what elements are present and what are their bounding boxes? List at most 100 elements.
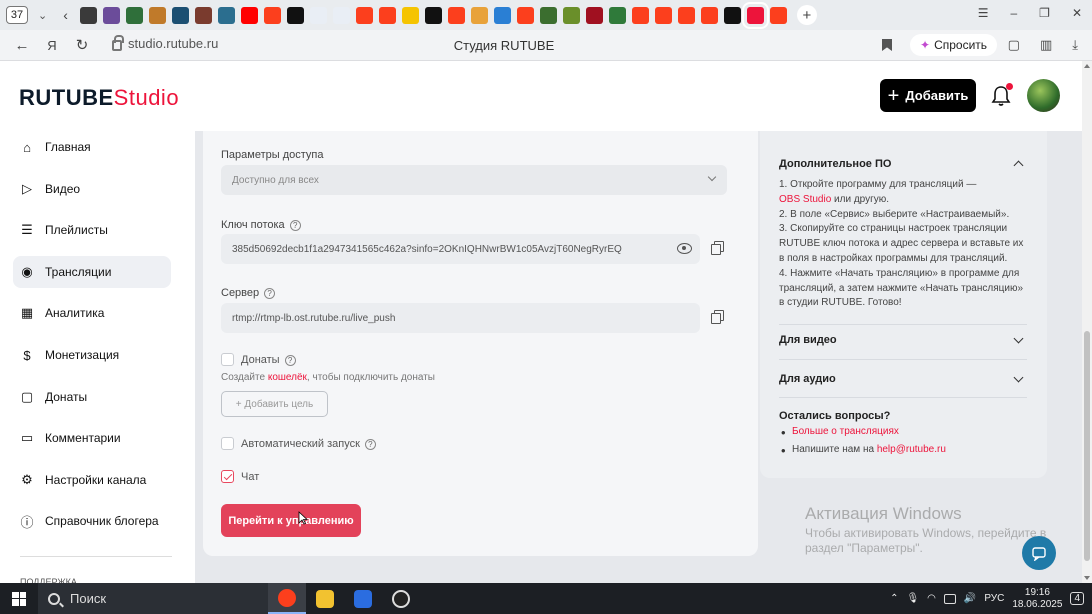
add-content-button[interactable]: + Добавить [880, 79, 976, 112]
sidebar-item[interactable]: ▷ Видео [13, 173, 171, 205]
sidebar-item[interactable]: ☰ Плейлисты [13, 214, 171, 246]
browser-tab-favicon-icon[interactable] [516, 6, 534, 24]
close-icon[interactable]: ✕ [1072, 6, 1082, 20]
browser-tab-favicon-icon[interactable] [286, 6, 304, 24]
browser-tab-favicon-icon[interactable] [769, 6, 787, 24]
wallet-link[interactable]: кошелёк [268, 372, 307, 383]
extra-software-title[interactable]: Дополнительное ПО [779, 158, 891, 170]
browser-tab-favicon-icon[interactable] [723, 6, 741, 24]
sidebar-item[interactable]: ⓘ Справочник блогера [13, 505, 171, 537]
sidebar-item[interactable]: ⌂ Главная [13, 131, 171, 163]
browser-tab-favicon-icon[interactable] [148, 6, 166, 24]
eye-icon[interactable] [677, 243, 692, 254]
browser-tab-favicon-icon[interactable] [741, 1, 769, 29]
sidebar-item[interactable]: ⚙ Настройки канала [13, 464, 171, 496]
new-tab-button[interactable]: + [796, 5, 817, 25]
obs-studio-link[interactable]: OBS Studio [779, 194, 831, 205]
windows-logo-icon [12, 591, 26, 606]
volume-icon[interactable]: 🔊 [964, 593, 976, 604]
file-explorer-taskbar-icon[interactable] [306, 583, 344, 614]
yandex-browser-taskbar-icon[interactable] [268, 583, 306, 614]
sidebar-item[interactable]: ▭ Комментарии [13, 422, 171, 454]
taskbar-search[interactable]: Поиск [38, 583, 268, 614]
browser-tab-favicon-icon[interactable] [608, 6, 626, 24]
browser-tab-favicon-icon[interactable] [378, 6, 396, 24]
user-avatar[interactable] [1027, 79, 1060, 112]
copy-stream-key-icon[interactable] [711, 241, 724, 255]
sidebar-item[interactable]: ▦ Аналитика [13, 297, 171, 329]
browser-tab-favicon-icon[interactable] [240, 6, 258, 24]
browser-tab-favicon-icon[interactable] [424, 6, 442, 24]
browser-tab-favicon-icon[interactable] [631, 6, 649, 24]
help-icon[interactable]: ? [264, 287, 276, 299]
notifications-badge[interactable]: 4 [1070, 592, 1084, 605]
browser-tab-favicon-icon[interactable] [79, 6, 97, 24]
go-to-control-button[interactable]: Перейти к управлению [221, 504, 361, 537]
more-about-streams-link[interactable]: Больше о трансляциях [792, 426, 899, 437]
browser-tab-favicon-icon[interactable] [585, 6, 603, 24]
microphone-icon[interactable]: 🎙 [906, 593, 919, 604]
browser-tab-favicon-icon[interactable] [447, 6, 465, 24]
browser-tab-favicon-icon[interactable] [102, 6, 120, 24]
start-button[interactable] [0, 583, 38, 614]
chevron-up-icon[interactable]: ⌃ [890, 593, 898, 604]
support-email-link[interactable]: help@rutube.ru [877, 444, 946, 455]
collections-icon[interactable]: ▢ [1008, 37, 1020, 53]
battery-icon[interactable] [943, 593, 956, 604]
ask-alice-button[interactable]: ✦ Спросить [910, 34, 998, 56]
browser-tab-favicon-icon[interactable] [677, 6, 695, 24]
minimize-icon[interactable]: – [1010, 6, 1017, 20]
scroll-down-icon[interactable] [1084, 576, 1090, 580]
sidebar-item[interactable]: ◉ Трансляции [13, 255, 171, 288]
for-audio-title[interactable]: Для аудио [779, 373, 836, 385]
tab-count-badge[interactable]: 37 [6, 6, 28, 24]
browser-tab-favicon-icon[interactable] [332, 6, 350, 24]
notification-dot [1006, 83, 1013, 90]
browser-tab-favicon-icon[interactable] [401, 6, 419, 24]
language-indicator[interactable]: РУС [984, 593, 1004, 604]
sidebar-item[interactable]: ▢ Донаты [13, 381, 171, 413]
tab-list-chevron-icon[interactable]: ⌄ [38, 9, 47, 22]
browser-tab-favicon-icon[interactable] [562, 6, 580, 24]
access-select[interactable]: Доступно для всех [221, 165, 727, 195]
server-field[interactable]: rtmp://rtmp-lb.ost.rutube.ru/live_push [221, 303, 700, 333]
rutube-studio-logo[interactable]: RUTUBEStudio [19, 85, 179, 111]
help-icon[interactable]: ? [289, 219, 301, 231]
browser-tab-favicon-icon[interactable] [263, 6, 281, 24]
roblox-taskbar-icon[interactable] [344, 583, 382, 614]
browser-tab-favicon-icon[interactable] [309, 6, 327, 24]
sidebar-toggle-icon[interactable]: ▥ [1040, 37, 1052, 53]
donations-checkbox[interactable] [221, 353, 234, 366]
help-icon[interactable]: ? [364, 438, 376, 450]
for-video-title[interactable]: Для видео [779, 334, 837, 346]
browser-tab-favicon-icon[interactable] [700, 6, 718, 24]
restore-icon[interactable]: ❐ [1039, 6, 1050, 20]
tab-scroll-left-icon[interactable]: ‹ [63, 7, 68, 23]
browser-tab-favicon-icon[interactable] [470, 6, 488, 24]
page-scrollbar[interactable] [1082, 61, 1092, 583]
scroll-up-icon[interactable] [1084, 64, 1090, 68]
stream-key-field[interactable]: 385d50692decb1f1a2947341565c462a?sinfo=2… [221, 234, 700, 264]
sidebar-item[interactable]: $ Монетизация [13, 339, 171, 371]
add-goal-button[interactable]: + Добавить цель [221, 391, 328, 417]
browser-tab-favicon-icon[interactable] [194, 6, 212, 24]
help-icon[interactable]: ? [284, 354, 296, 366]
copy-server-icon[interactable] [711, 310, 724, 324]
browser-tab-favicon-icon[interactable] [654, 6, 672, 24]
downloads-icon[interactable]: ⤓ [1072, 37, 1078, 53]
browser-tab-favicon-icon[interactable] [217, 6, 235, 24]
browser-tab-favicon-icon[interactable] [355, 6, 373, 24]
network-icon[interactable]: ◠ [927, 593, 936, 604]
scroll-thumb[interactable] [1084, 331, 1090, 561]
browser-tab-favicon-icon[interactable] [125, 6, 143, 24]
tab-menu-icon[interactable]: ☰ [978, 6, 989, 20]
browser-tab-favicon-icon[interactable] [493, 6, 511, 24]
notifications-bell-icon[interactable] [991, 83, 1013, 107]
autostart-checkbox[interactable] [221, 437, 234, 450]
chat-checkbox[interactable] [221, 470, 234, 483]
browser-tab-favicon-icon[interactable] [171, 6, 189, 24]
support-chat-button[interactable] [1022, 536, 1056, 570]
obs-taskbar-icon[interactable] [382, 583, 420, 614]
browser-tab-favicon-icon[interactable] [539, 6, 557, 24]
clock[interactable]: 19:16 18.06.2025 [1012, 587, 1062, 611]
